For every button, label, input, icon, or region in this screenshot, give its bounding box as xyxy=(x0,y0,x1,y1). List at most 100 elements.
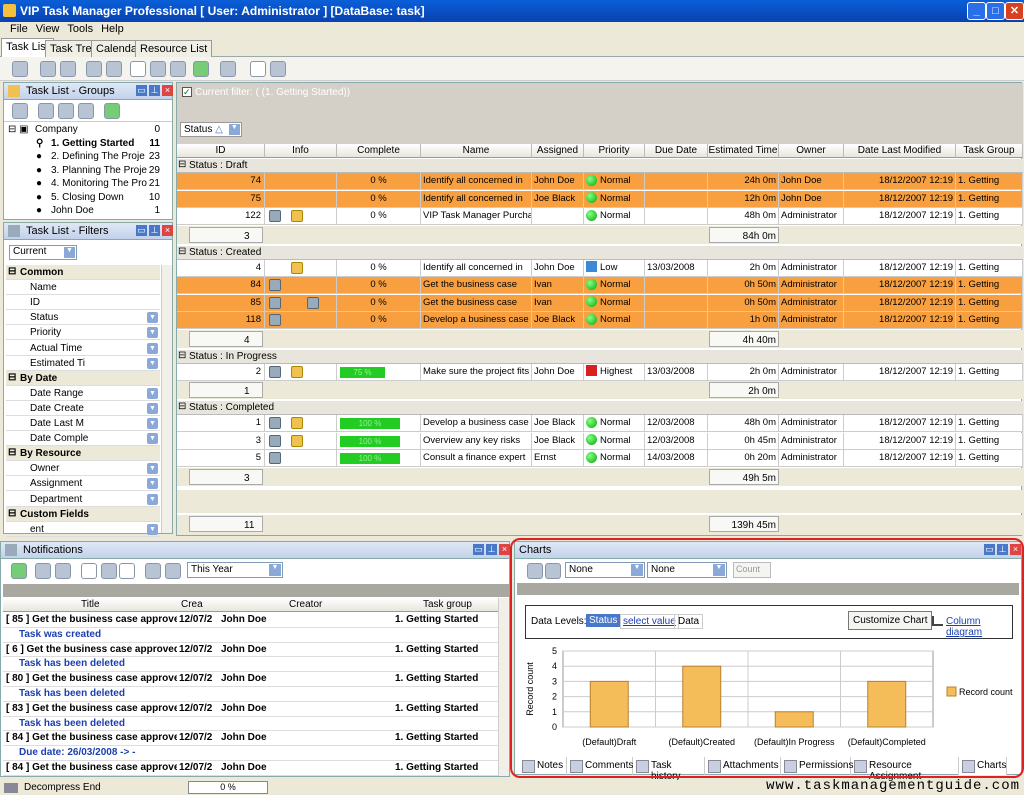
panel-pin-icon[interactable]: ⊥ xyxy=(149,225,160,236)
chevron-down-icon[interactable]: ▼ xyxy=(147,493,158,505)
notification-row[interactable]: [ 84 ] Get the business case approved 12/… xyxy=(3,761,499,776)
filter-group[interactable]: Custom Fields ⊟ xyxy=(6,506,160,522)
col-creator[interactable]: Creator xyxy=(289,599,322,610)
group-add-icon[interactable] xyxy=(38,103,54,119)
view-icon[interactable] xyxy=(81,563,97,579)
close-button[interactable]: ✕ xyxy=(1005,2,1024,20)
lock-icon[interactable] xyxy=(291,417,303,429)
tree-item[interactable]: ⚲ 1. Getting Started 11 xyxy=(4,137,174,151)
column-header[interactable]: Task Group xyxy=(956,144,1023,158)
tree-item[interactable]: ● 2. Defining The Proje 23 xyxy=(4,150,174,164)
filter-row[interactable]: Estimated Ti ▼ xyxy=(6,356,160,371)
chevron-down-icon[interactable]: ▼ xyxy=(147,523,158,535)
col-task-group[interactable]: Task group xyxy=(423,599,472,610)
column-header[interactable]: Priority xyxy=(584,144,645,158)
group-chip-status[interactable]: Status △ ▼ xyxy=(180,122,242,137)
refresh-icon[interactable] xyxy=(193,61,209,77)
filter-row[interactable]: Department ▼ xyxy=(6,492,160,507)
chevron-down-icon[interactable]: ▼ xyxy=(147,327,158,339)
notification-row[interactable]: [ 80 ] Get the business case approved 12/… xyxy=(3,672,499,687)
column-header[interactable]: Assigned xyxy=(532,144,584,158)
filter-row[interactable]: Date Comple ▼ xyxy=(6,431,160,447)
filter-row[interactable]: Date Create ▼ xyxy=(6,401,160,416)
cut-icon[interactable] xyxy=(86,61,102,77)
collapse-icon[interactable]: ⊟ xyxy=(178,401,186,412)
tree-item[interactable]: ● 3. Planning The Proje 29 xyxy=(4,164,174,178)
menu-tools[interactable]: Tools xyxy=(63,22,97,36)
group-header[interactable]: ⊟ Status : Created xyxy=(177,245,1023,260)
move-updown-icon[interactable] xyxy=(130,61,146,77)
panel-restore-icon[interactable]: ▭ xyxy=(136,225,147,236)
collapse-icon[interactable]: ⊟ xyxy=(178,159,186,170)
column-header[interactable]: Info xyxy=(265,144,337,158)
menu-file[interactable]: File xyxy=(6,22,32,36)
mark-unread-icon[interactable] xyxy=(55,563,71,579)
lock-icon[interactable] xyxy=(291,210,303,222)
period-select[interactable]: This Year ▼ xyxy=(187,562,283,578)
panel-close-icon[interactable]: × xyxy=(499,544,510,555)
notification-row[interactable]: [ 83 ] Get the business case approved 12/… xyxy=(3,702,499,717)
table-row[interactable]: 3 100 % Overview any key risks Joe Black Nor… xyxy=(177,432,1023,450)
filter-icon[interactable] xyxy=(12,103,28,119)
column-header[interactable]: ID xyxy=(177,144,265,158)
chevron-down-icon[interactable]: ▼ xyxy=(147,387,158,399)
tab-resource-list[interactable]: Resource List xyxy=(135,40,213,57)
chevron-down-icon[interactable]: ▼ xyxy=(147,478,158,490)
group-header[interactable]: ⊟ Status : In Progress xyxy=(177,349,1023,364)
table-row[interactable]: 122 0 % VIP Task Manager Purchase Normal 48h… xyxy=(177,208,1023,225)
filter-icon[interactable] xyxy=(119,563,135,579)
hand-icon[interactable] xyxy=(165,563,181,579)
settings-icon[interactable] xyxy=(101,563,117,579)
panel-close-icon[interactable]: × xyxy=(162,85,173,96)
new-task-icon[interactable] xyxy=(12,61,28,77)
collapse-icon[interactable]: ⊟ xyxy=(8,508,16,519)
notifications-scrollbar[interactable] xyxy=(498,598,509,776)
menu-view[interactable]: View xyxy=(32,22,64,36)
mark-read-icon[interactable] xyxy=(35,563,51,579)
lock-icon[interactable] xyxy=(291,365,303,378)
delete-task-icon[interactable] xyxy=(60,61,76,77)
table-row[interactable]: 85 0 % Get the business case Ivan Normal 0h 5… xyxy=(177,294,1023,312)
table-row[interactable]: 74 0 % Identify all concerned in John Doe No… xyxy=(177,173,1023,190)
column-header[interactable]: Owner xyxy=(779,144,844,158)
column-header[interactable]: Complete xyxy=(337,144,421,158)
refresh-icon[interactable] xyxy=(11,563,27,579)
chevron-down-icon[interactable]: ▼ xyxy=(147,463,158,475)
panel-pin-icon[interactable]: ⊥ xyxy=(486,544,497,555)
edit-task-icon[interactable] xyxy=(40,61,56,77)
column-header[interactable]: Estimated Time xyxy=(708,144,779,158)
group-delete-icon[interactable] xyxy=(78,103,94,119)
print-icon[interactable] xyxy=(220,61,236,77)
lock-icon[interactable] xyxy=(291,434,303,447)
group-header[interactable]: ⊟ Status : Completed xyxy=(177,401,1023,415)
move-down-icon[interactable] xyxy=(170,61,186,77)
collapse-icon[interactable]: ⊟ xyxy=(8,266,16,277)
filter-preset-select[interactable]: Current ▼ xyxy=(9,245,77,260)
table-row[interactable]: 4 0 % Identify all concerned in John Doe Low… xyxy=(177,259,1023,277)
attachment-icon[interactable] xyxy=(269,417,281,429)
panel-restore-icon[interactable]: ▭ xyxy=(136,85,147,96)
filter-row[interactable]: Assignment ▼ xyxy=(6,476,160,492)
tree-item[interactable]: ● 4. Monitoring The Pro 21 xyxy=(4,177,174,191)
filter-group[interactable]: By Date ⊟ xyxy=(6,370,160,386)
table-row[interactable]: 2 75 % Make sure the project fits John Doe H… xyxy=(177,363,1023,381)
filter-row[interactable]: ent ▼ xyxy=(6,522,160,537)
filter-row[interactable]: Name xyxy=(6,280,160,296)
panel-restore-icon[interactable]: ▭ xyxy=(473,544,484,555)
chevron-down-icon[interactable]: ▼ xyxy=(147,433,158,445)
chevron-down-icon[interactable]: ▼ xyxy=(147,418,158,429)
delete-icon[interactable] xyxy=(145,563,161,579)
move-up-icon[interactable] xyxy=(150,61,166,77)
column-header[interactable]: Due Date xyxy=(645,144,708,158)
collapse-icon[interactable]: ⊟ xyxy=(178,246,186,257)
filter-row[interactable]: Actual Time ▼ xyxy=(6,341,160,356)
filter-row[interactable]: Status ▼ xyxy=(6,310,160,326)
columns-icon[interactable] xyxy=(270,61,286,77)
panel-close-icon[interactable]: × xyxy=(162,225,173,236)
attachment-icon[interactable] xyxy=(269,434,281,447)
chevron-down-icon[interactable]: ▼ xyxy=(147,342,158,354)
notification-row[interactable]: [ 85 ] Get the business case approved 12/… xyxy=(3,613,499,628)
filter-row[interactable]: Owner ▼ xyxy=(6,461,160,477)
attachment-icon[interactable] xyxy=(269,314,281,326)
collapse-icon[interactable]: ⊟ xyxy=(8,372,16,383)
